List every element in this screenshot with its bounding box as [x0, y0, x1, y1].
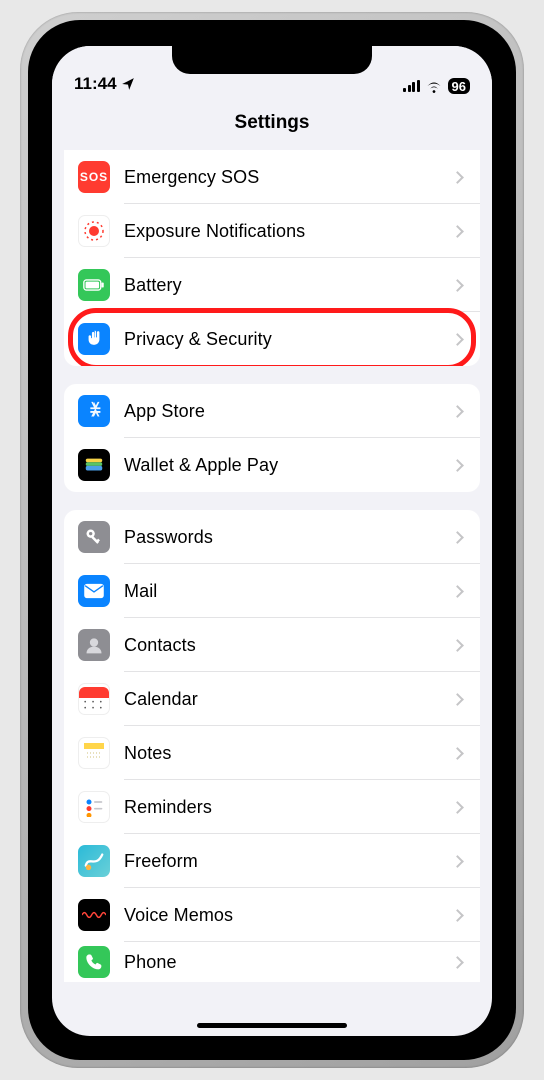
settings-row-wallet-apple-pay[interactable]: Wallet & Apple Pay: [64, 438, 480, 492]
row-label: Freeform: [124, 851, 453, 872]
settings-row-phone[interactable]: Phone: [64, 942, 480, 982]
location-arrow-icon: [121, 77, 135, 91]
sos-icon: SOS: [78, 161, 110, 193]
chevron-right-icon: [451, 747, 464, 760]
phone-bezel: 11:44 96 Settings SOS Emergency SOS Exposu…: [28, 20, 516, 1060]
row-label: Passwords: [124, 527, 453, 548]
battery-icon: [78, 269, 110, 301]
settings-row-freeform[interactable]: Freeform: [64, 834, 480, 888]
settings-row-emergency-sos[interactable]: SOS Emergency SOS: [64, 150, 480, 204]
chevron-right-icon: [451, 225, 464, 238]
chevron-right-icon: [451, 531, 464, 544]
mail-icon: [78, 575, 110, 607]
row-label: Privacy & Security: [124, 329, 453, 350]
chevron-right-icon: [451, 333, 464, 346]
status-right: 96: [403, 78, 470, 94]
cellular-signal-icon: [403, 80, 420, 92]
settings-row-privacy-security[interactable]: Privacy & Security: [64, 312, 480, 366]
phone-icon: [78, 946, 110, 978]
row-label: Exposure Notifications: [124, 221, 453, 242]
status-time: 11:44: [74, 74, 117, 94]
settings-row-notes[interactable]: Notes: [64, 726, 480, 780]
chevron-right-icon: [451, 855, 464, 868]
settings-row-battery[interactable]: Battery: [64, 258, 480, 312]
reminders-icon: [78, 791, 110, 823]
phone-outer-frame: 11:44 96 Settings SOS Emergency SOS Exposu…: [20, 12, 524, 1068]
notes-icon: [78, 737, 110, 769]
chevron-right-icon: [451, 693, 464, 706]
exposure-icon: [78, 215, 110, 247]
notch: [172, 46, 372, 74]
appstore-icon: [78, 395, 110, 427]
chevron-right-icon: [451, 405, 464, 418]
settings-row-contacts[interactable]: Contacts: [64, 618, 480, 672]
chevron-right-icon: [451, 639, 464, 652]
chevron-right-icon: [451, 171, 464, 184]
settings-row-reminders[interactable]: Reminders: [64, 780, 480, 834]
row-label: Voice Memos: [124, 905, 453, 926]
chevron-right-icon: [451, 956, 464, 969]
settings-row-voice-memos[interactable]: Voice Memos: [64, 888, 480, 942]
settings-row-app-store[interactable]: App Store: [64, 384, 480, 438]
settings-list[interactable]: SOS Emergency SOS Exposure Notifications Ba…: [52, 150, 492, 982]
row-label: Phone: [124, 952, 453, 973]
contacts-icon: [78, 629, 110, 661]
row-label: Wallet & Apple Pay: [124, 455, 453, 476]
settings-row-passwords[interactable]: Passwords: [64, 510, 480, 564]
freeform-icon: [78, 845, 110, 877]
chevron-right-icon: [451, 459, 464, 472]
settings-group: App Store Wallet & Apple Pay: [64, 384, 480, 492]
chevron-right-icon: [451, 585, 464, 598]
page-title: Settings: [52, 98, 492, 146]
chevron-right-icon: [451, 801, 464, 814]
wifi-icon: [425, 80, 443, 93]
settings-row-exposure-notifications[interactable]: Exposure Notifications: [64, 204, 480, 258]
calendar-icon: • • •• • •: [78, 683, 110, 715]
wallet-icon: [78, 449, 110, 481]
chevron-right-icon: [451, 279, 464, 292]
battery-percentage: 96: [448, 78, 470, 94]
row-label: Calendar: [124, 689, 453, 710]
row-label: App Store: [124, 401, 453, 422]
settings-row-mail[interactable]: Mail: [64, 564, 480, 618]
row-label: Emergency SOS: [124, 167, 453, 188]
screen: 11:44 96 Settings SOS Emergency SOS Exposu…: [52, 46, 492, 1036]
row-label: Battery: [124, 275, 453, 296]
row-label: Contacts: [124, 635, 453, 656]
row-label: Reminders: [124, 797, 453, 818]
voicememos-icon: [78, 899, 110, 931]
key-icon: [78, 521, 110, 553]
home-indicator[interactable]: [197, 1023, 347, 1028]
row-label: Notes: [124, 743, 453, 764]
settings-row-calendar[interactable]: • • •• • • Calendar: [64, 672, 480, 726]
row-label: Mail: [124, 581, 453, 602]
chevron-right-icon: [451, 909, 464, 922]
hand-icon: [78, 323, 110, 355]
device-background: 11:44 96 Settings SOS Emergency SOS Exposu…: [0, 0, 544, 1080]
status-left: 11:44: [74, 74, 135, 94]
settings-group: Passwords Mail Contacts • • •• • • Calendar N…: [64, 510, 480, 982]
settings-group: SOS Emergency SOS Exposure Notifications Ba…: [64, 150, 480, 366]
